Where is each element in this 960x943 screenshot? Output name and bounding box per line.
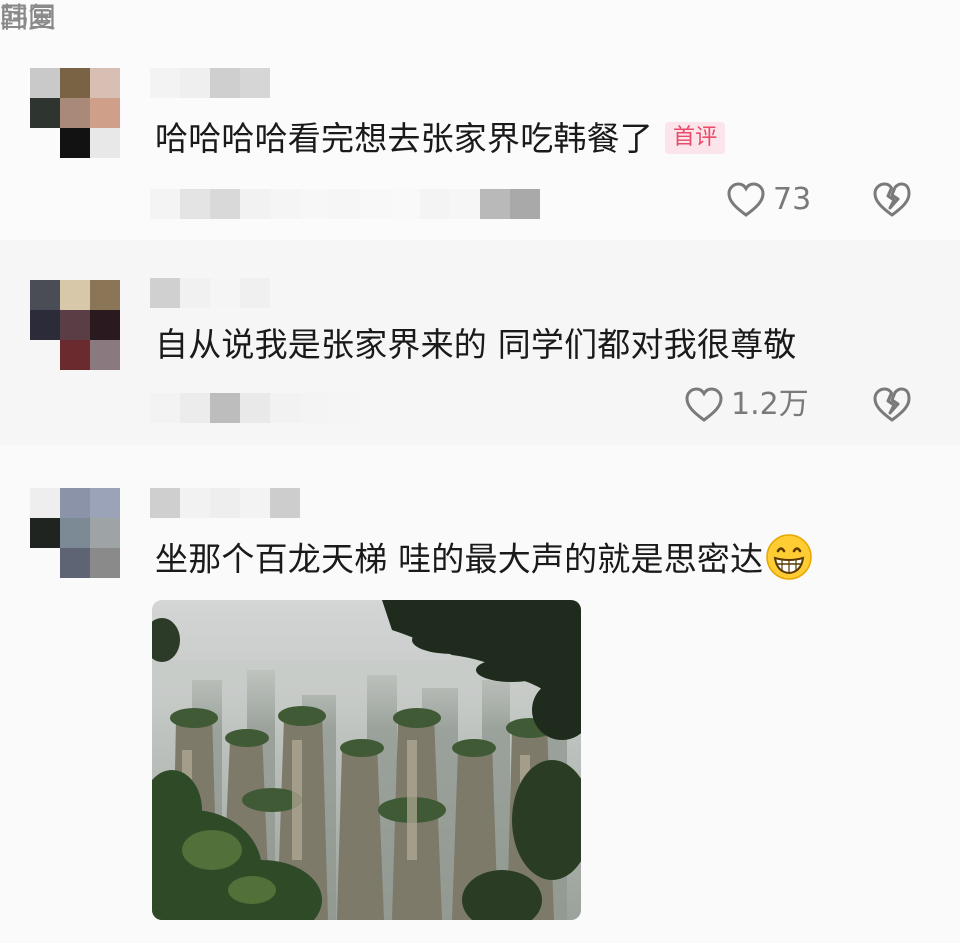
- avatar[interactable]: [30, 68, 120, 158]
- grinning-face-emoji: [766, 534, 813, 580]
- heart-outline-icon: [727, 182, 765, 217]
- broken-heart-icon[interactable]: [872, 180, 912, 220]
- avatar[interactable]: [30, 280, 120, 370]
- comment-text-content: 坐那个百龙天梯 哇的最大声的就是思密达: [155, 539, 764, 579]
- like-button[interactable]: 73: [725, 180, 811, 220]
- comment-item: 自从说我是张家界来的 同学们都对我很尊敬: [0, 240, 960, 445]
- like-count: 1.2万: [731, 387, 809, 422]
- comment-text: 哈哈哈哈看完想去张家界吃韩餐了 首评: [155, 118, 726, 160]
- comment-item: 哈哈哈哈看完想去张家界吃韩餐了 首评 73: [0, 0, 960, 240]
- reply-button[interactable]: 回复: [0, 0, 56, 36]
- username[interactable]: [150, 68, 270, 98]
- comment-meta: [150, 186, 540, 222]
- heart-outline-icon: [685, 387, 723, 422]
- first-comment-badge: 首评: [665, 121, 726, 154]
- comment-text: 坐那个百龙天梯 哇的最大声的就是思密达: [155, 534, 813, 585]
- avatar[interactable]: [30, 488, 120, 578]
- time-mosaic: [150, 393, 360, 423]
- time-location-mosaic: [150, 189, 540, 219]
- like-count: 73: [773, 182, 812, 217]
- comment-list: 哈哈哈哈看完想去张家界吃韩餐了 首评 73 自从说我是张家界来的 同学们都对我很尊…: [0, 0, 960, 943]
- broken-heart-icon[interactable]: [872, 385, 912, 425]
- like-button[interactable]: 1.2万: [683, 385, 809, 425]
- comment-item: 坐那个百龙天梯 哇的最大声的就是思密达: [0, 445, 960, 943]
- username[interactable]: [150, 278, 270, 308]
- comment-text: 自从说我是张家界来的 同学们都对我很尊敬: [155, 325, 797, 364]
- comment-text-content: 哈哈哈哈看完想去张家界吃韩餐了: [155, 119, 653, 158]
- misty-sandstone-peaks-photo[interactable]: [152, 600, 581, 920]
- username[interactable]: [150, 488, 300, 518]
- comment-meta: [150, 390, 360, 426]
